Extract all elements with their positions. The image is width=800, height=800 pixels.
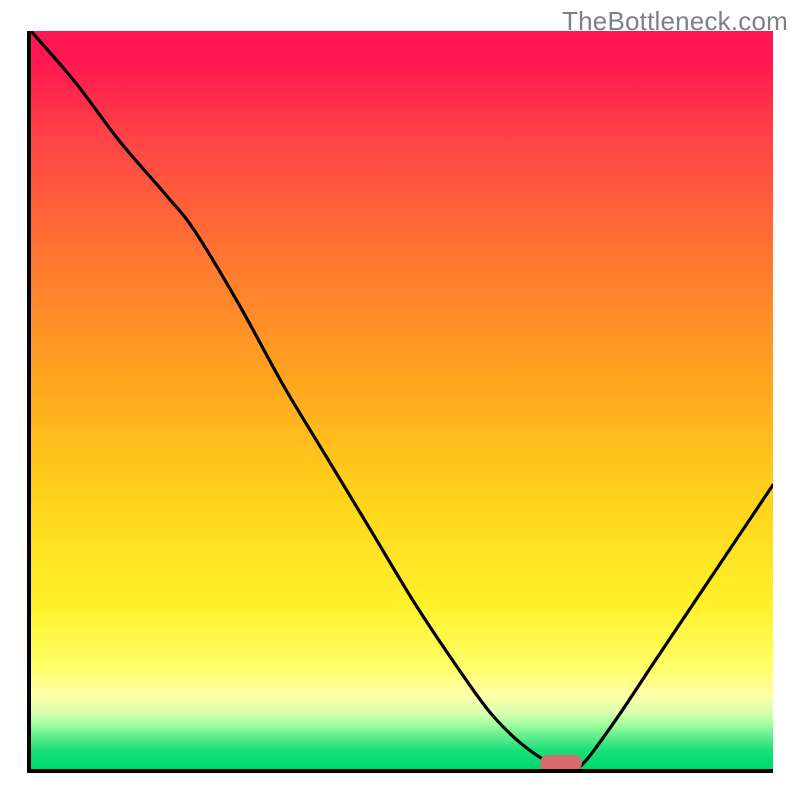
- optimal-marker: [540, 755, 582, 771]
- curve-svg: [31, 31, 773, 769]
- plot-area: [27, 31, 773, 773]
- chart-stage: TheBottleneck.com: [0, 0, 800, 800]
- bottleneck-curve: [31, 31, 773, 769]
